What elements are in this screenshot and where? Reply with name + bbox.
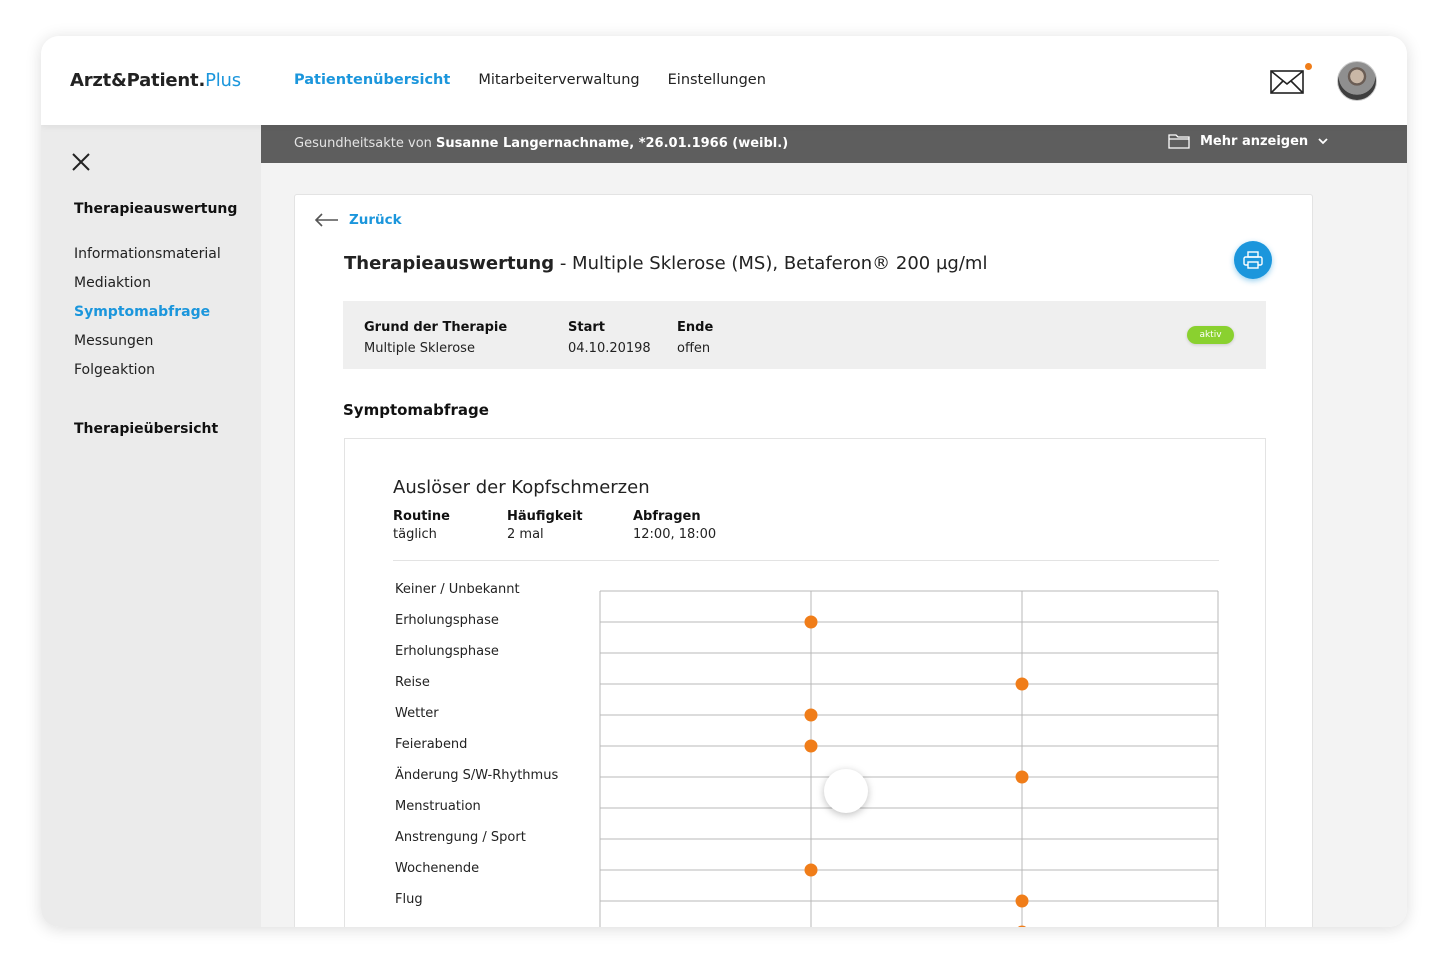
printer-icon (1243, 251, 1263, 269)
drag-handle[interactable] (824, 769, 868, 813)
chart-row-label: Wochenende (395, 861, 480, 876)
notification-dot (1305, 63, 1312, 70)
top-navigation-bar: Arzt&Patient.Plus Patientenübersicht Mit… (41, 36, 1407, 125)
nav-mitarbeiterverwaltung[interactable]: Mitarbeiterverwaltung (478, 72, 639, 88)
main-nav: Patientenübersicht Mitarbeiterverwaltung… (294, 72, 766, 88)
brand-suffix: Plus (205, 70, 241, 91)
patient-info-prefix: Gesundheitsakte von (294, 136, 432, 151)
print-button[interactable] (1234, 241, 1272, 279)
therapy-start: Start 04.10.20198 (568, 317, 651, 359)
therapy-reason: Grund der Therapie Multiple Sklerose (364, 317, 507, 359)
chart-row-label: Erholungsphase (395, 613, 499, 628)
chart-row-label: Reise (395, 675, 430, 690)
chart-row-label: Feierabend (395, 737, 468, 752)
therapy-info-box: Grund der Therapie Multiple Sklerose Sta… (343, 301, 1266, 369)
main-content: Zurück Therapieauswertung - Multiple Skl… (261, 163, 1407, 927)
meta-haeufigkeit: Häufigkeit 2 mal (507, 508, 583, 544)
page-title: Therapieauswertung - Multiple Sklerose (… (344, 253, 987, 274)
section-title: Symptomabfrage (343, 401, 489, 419)
mail-icon[interactable] (1270, 69, 1304, 95)
patient-record-bar: Gesundheitsakte von Susanne Langernachna… (261, 125, 1407, 163)
therapy-card: Zurück Therapieauswertung - Multiple Skl… (294, 194, 1313, 927)
separator (393, 560, 1219, 561)
panel-title: Auslöser der Kopfschmerzen (393, 477, 650, 498)
title-bold: Therapieauswertung (344, 253, 555, 274)
chart-row-label: Menstruation (395, 799, 481, 814)
chart-row-label: Änderung S/W-Rhythmus (395, 768, 559, 783)
meta-routine-value: täglich (393, 527, 437, 542)
chart-point[interactable] (804, 863, 818, 877)
therapy-end: Ende offen (677, 317, 713, 359)
sidebar-item-messungen[interactable]: Messungen (74, 327, 221, 356)
meta-haeufigkeit-value: 2 mal (507, 527, 544, 542)
chart-row-label: Anstrengung / Sport (395, 830, 526, 845)
sidebar: Therapieauswertung Informationsmaterial … (41, 125, 261, 927)
sidebar-heading-therapieauswertung[interactable]: Therapieauswertung (74, 201, 237, 217)
chart-point[interactable] (804, 708, 818, 722)
brand-logo[interactable]: Arzt&Patient.Plus (70, 70, 241, 91)
chart-row-label: Keiner / Unbekannt (395, 582, 520, 597)
chart-point[interactable] (804, 739, 818, 753)
therapy-end-label: Ende (677, 320, 714, 335)
brand-name: Arzt&Patient. (70, 70, 206, 91)
nav-patientenuebersicht[interactable]: Patientenübersicht (294, 72, 450, 88)
more-button[interactable]: Mehr anzeigen (1168, 133, 1328, 149)
title-rest: - Multiple Sklerose (MS), Betaferon® 200… (559, 253, 988, 274)
therapy-reason-label: Grund der Therapie (364, 320, 508, 335)
chart-row-label: Erholungsphase (395, 644, 499, 659)
close-icon[interactable] (71, 152, 91, 172)
chart-point[interactable] (1015, 677, 1029, 691)
chart-row-label: Flug (395, 892, 423, 907)
meta-abfragen: Abfragen 12:00, 18:00 (633, 508, 716, 544)
therapy-start-label: Start (568, 320, 605, 335)
user-avatar[interactable] (1337, 61, 1377, 101)
meta-routine: Routine täglich (393, 508, 450, 544)
status-badge: aktiv (1187, 326, 1234, 344)
symptom-panel: Auslöser der Kopfschmerzen Routine tägli… (344, 438, 1266, 927)
chart-row-label: Wetter (395, 706, 439, 721)
sidebar-item-mediaktion[interactable]: Mediaktion (74, 269, 221, 298)
therapy-end-value: offen (677, 341, 711, 356)
sidebar-item-folgeaktion[interactable]: Folgeaktion (74, 356, 221, 385)
chart-point[interactable] (1016, 925, 1029, 928)
therapy-start-value: 04.10.20198 (568, 341, 651, 356)
arrow-left-icon (314, 213, 338, 227)
back-button[interactable]: Zurück (313, 212, 402, 228)
chart-point[interactable] (1015, 770, 1029, 784)
therapy-reason-value: Multiple Sklerose (364, 341, 475, 356)
sidebar-heading-therapieuebersicht[interactable]: Therapieübersicht (74, 421, 218, 437)
chart-point[interactable] (1015, 894, 1029, 908)
sidebar-item-informationsmaterial[interactable]: Informationsmaterial (74, 240, 221, 269)
chevron-down-icon (1318, 138, 1328, 145)
more-button-label: Mehr anzeigen (1200, 133, 1309, 149)
nav-einstellungen[interactable]: Einstellungen (668, 72, 766, 88)
meta-abfragen-value: 12:00, 18:00 (633, 527, 717, 542)
meta-haeufigkeit-label: Häufigkeit (507, 509, 583, 524)
folder-icon (1168, 134, 1190, 149)
sidebar-item-symptomabfrage[interactable]: Symptomabfrage (74, 298, 221, 327)
meta-routine-label: Routine (393, 509, 450, 524)
meta-abfragen-label: Abfragen (633, 509, 701, 524)
patient-name: Susanne Langernachname, *26.01.1966 (wei… (436, 136, 789, 151)
trigger-chart (599, 590, 1219, 928)
chart-point[interactable] (804, 615, 818, 629)
back-label: Zurück (349, 212, 402, 228)
app-window: Arzt&Patient.Plus Patientenübersicht Mit… (41, 36, 1407, 927)
sidebar-menu: Informationsmaterial Mediaktion Symptoma… (74, 240, 221, 385)
patient-info: Gesundheitsakte von Susanne Langernachna… (294, 136, 788, 151)
